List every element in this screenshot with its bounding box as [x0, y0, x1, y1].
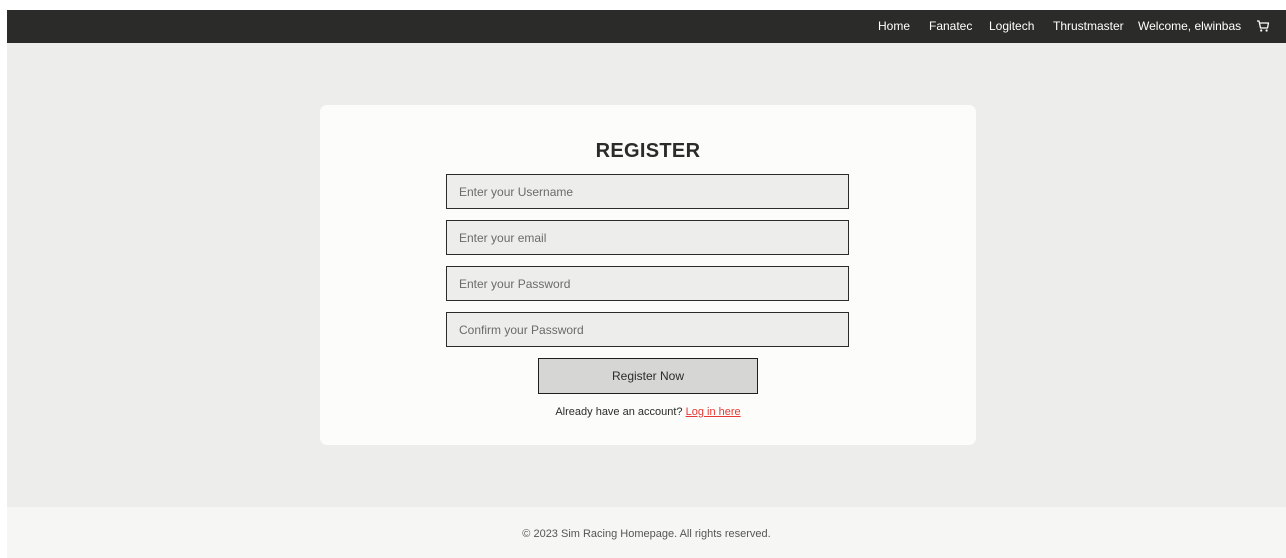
login-prompt-line: Already have an account? Log in here: [320, 406, 976, 418]
nav-home-link[interactable]: Home: [878, 20, 910, 33]
login-prompt-text: Already have an account?: [555, 406, 683, 418]
footer: © 2023 Sim Racing Homepage. All rights r…: [7, 507, 1286, 558]
username-input[interactable]: [446, 174, 849, 209]
navbar: Home Fanatec Logitech Thrustmaster Welco…: [7, 10, 1286, 43]
footer-copyright: © 2023 Sim Racing Homepage. All rights r…: [522, 528, 771, 540]
cart-icon[interactable]: [1256, 19, 1270, 33]
nav-fanatec-link[interactable]: Fanatec: [929, 20, 972, 33]
email-input[interactable]: [446, 220, 849, 255]
cart-icon-graphic: [1257, 20, 1270, 32]
register-title: REGISTER: [595, 140, 701, 162]
page: Home Fanatec Logitech Thrustmaster Welco…: [7, 10, 1286, 558]
register-now-button[interactable]: Register Now: [538, 358, 758, 394]
password-input[interactable]: [446, 266, 849, 301]
nav-thrustmaster-link[interactable]: Thrustmaster: [1053, 20, 1124, 33]
confirm-password-input[interactable]: [446, 312, 849, 347]
nav-logitech-link[interactable]: Logitech: [989, 20, 1034, 33]
login-link[interactable]: Log in here: [686, 406, 741, 418]
register-card: REGISTER Register Now Already have an ac…: [320, 105, 976, 445]
welcome-user[interactable]: Welcome, elwinbas: [1138, 20, 1241, 33]
